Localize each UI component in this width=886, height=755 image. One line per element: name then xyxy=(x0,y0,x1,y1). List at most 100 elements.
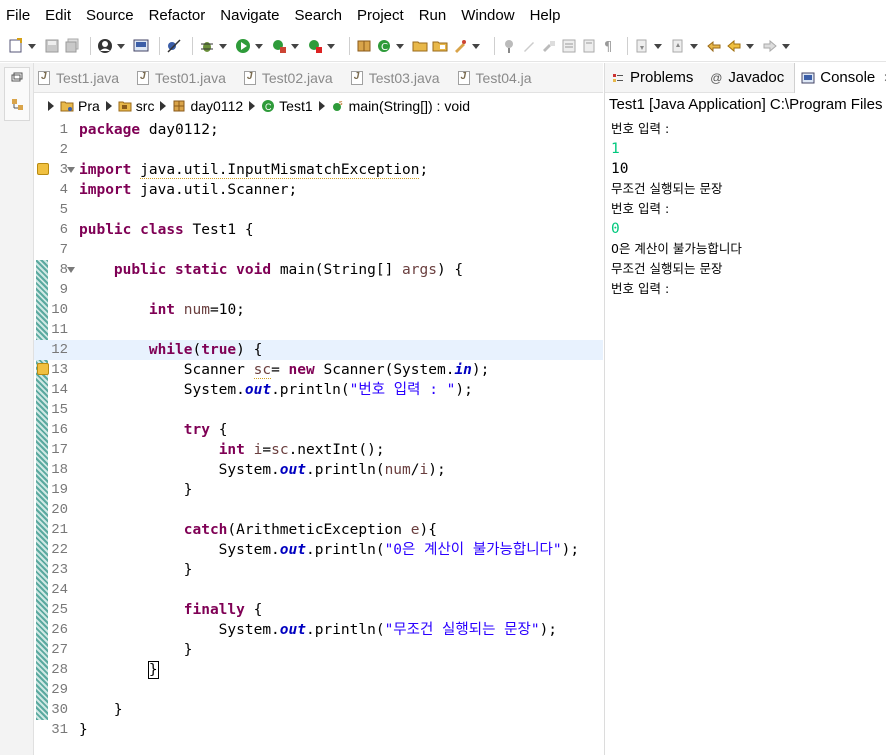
code-line[interactable]: 31} xyxy=(34,720,603,740)
code-line[interactable]: 7 xyxy=(34,240,603,260)
pin-icon[interactable] xyxy=(501,38,517,54)
menu-file[interactable]: File xyxy=(6,7,37,24)
menu-search[interactable]: Search xyxy=(294,7,349,24)
new-package-icon[interactable] xyxy=(356,38,372,54)
menu-source[interactable]: Source xyxy=(86,7,141,24)
breadcrumb-arrow-icon[interactable] xyxy=(105,101,112,111)
breadcrumb-class[interactable]: Test1 xyxy=(279,98,312,114)
forward-dropdown-icon[interactable] xyxy=(782,44,790,49)
coverage-dropdown-icon[interactable] xyxy=(291,44,299,49)
code-line[interactable]: 14 System.out.println("번호 입력 : "); xyxy=(34,380,603,400)
breadcrumb-arrow-icon[interactable] xyxy=(160,101,167,111)
code-line[interactable]: 21 catch(ArithmeticException e){ xyxy=(34,520,603,540)
external-tools-icon[interactable] xyxy=(307,38,323,54)
console-output[interactable]: 번호 입력 :1 10 무조건 실행되는 문장 번호 입력 :0 0은 계산이 불가능합… xyxy=(611,119,886,299)
menu-help[interactable]: Help xyxy=(530,7,568,24)
code-line[interactable]: 18 System.out.println(num/i); xyxy=(34,460,603,480)
save-icon[interactable] xyxy=(44,38,60,54)
code-line[interactable]: 27 } xyxy=(34,640,603,660)
skip-breakpoints-icon[interactable] xyxy=(166,38,182,54)
menu-window[interactable]: Window xyxy=(461,7,521,24)
whitespace-icon[interactable]: ¶ xyxy=(601,38,617,54)
new-file-icon[interactable] xyxy=(8,37,24,54)
code-line[interactable]: 9 xyxy=(34,280,603,300)
editor-tab[interactable]: Test02.java xyxy=(240,63,347,93)
menu-navigate[interactable]: Navigate xyxy=(220,7,286,24)
warning-icon[interactable] xyxy=(37,363,49,375)
breadcrumb-arrow-icon[interactable] xyxy=(318,101,325,111)
terminal-icon[interactable] xyxy=(133,38,149,54)
menu-refactor[interactable]: Refactor xyxy=(149,7,213,24)
new-class-icon[interactable]: C xyxy=(376,38,392,54)
breadcrumb-package[interactable]: day0112 xyxy=(190,98,243,114)
breadcrumb-arrow-icon[interactable] xyxy=(249,101,256,111)
breadcrumb-method[interactable]: main(String[]) : void xyxy=(349,98,470,114)
code-line[interactable]: 12 while(true) { xyxy=(34,340,603,360)
warning-icon[interactable] xyxy=(37,163,49,175)
external-tools-dropdown-icon[interactable] xyxy=(327,44,335,49)
breadcrumb-folder[interactable]: src xyxy=(136,98,155,114)
code-line[interactable]: 1 package day0112; xyxy=(34,120,603,140)
marker-icon[interactable] xyxy=(541,38,557,54)
editor-tab[interactable]: Test1.java xyxy=(34,63,133,93)
run-dropdown-icon[interactable] xyxy=(255,44,263,49)
profile-dropdown-icon[interactable] xyxy=(117,44,125,49)
next-annotation-dropdown-icon[interactable] xyxy=(654,44,662,49)
prev-annotation-dropdown-icon[interactable] xyxy=(690,44,698,49)
restore-icon[interactable] xyxy=(11,72,23,82)
fold-toggle-icon[interactable] xyxy=(67,167,75,173)
debug-dropdown-icon[interactable] xyxy=(219,44,227,49)
package-explorer-icon[interactable] xyxy=(11,98,25,112)
new-class-dropdown-icon[interactable] xyxy=(396,44,404,49)
code-line[interactable]: 5 xyxy=(34,200,603,220)
tab-problems[interactable]: Problems xyxy=(605,63,703,93)
code-line[interactable]: 3 import java.util.InputMismatchException… xyxy=(34,160,603,180)
code-line[interactable]: 24 xyxy=(34,580,603,600)
new-dropdown-icon[interactable] xyxy=(28,44,36,49)
fold-toggle-icon[interactable] xyxy=(67,267,75,273)
code-line[interactable]: 20 xyxy=(34,500,603,520)
menu-project[interactable]: Project xyxy=(357,7,411,24)
tab-javadoc[interactable]: @ Javadoc xyxy=(703,63,794,93)
open-folder-icon[interactable] xyxy=(412,38,428,54)
code-line[interactable]: 22 System.out.println("0은 계산이 불가능합니다"); xyxy=(34,540,603,560)
next-annotation-icon[interactable] xyxy=(634,38,650,54)
code-line[interactable]: 2 xyxy=(34,140,603,160)
brush-icon[interactable] xyxy=(452,38,468,54)
code-area[interactable]: 1 package day0112; 2 3 import java.util.Inpu… xyxy=(34,120,603,755)
block-select-icon[interactable] xyxy=(581,38,597,54)
last-edit-icon[interactable] xyxy=(706,38,722,54)
back-dropdown-icon[interactable] xyxy=(746,44,754,49)
brush-dropdown-icon[interactable] xyxy=(472,44,480,49)
tab-console[interactable]: Console ✕ xyxy=(794,62,886,93)
code-line[interactable]: 6 public class Test1 { xyxy=(34,220,603,240)
breadcrumb-project[interactable]: Pra xyxy=(78,98,100,114)
editor-tab[interactable]: Test04.ja xyxy=(454,63,546,93)
back-icon[interactable] xyxy=(726,38,742,54)
code-line[interactable]: 4 import java.util.Scanner; xyxy=(34,180,603,200)
code-line[interactable]: 16 try { xyxy=(34,420,603,440)
toggle-mark-icon[interactable] xyxy=(561,38,577,54)
editor-tab[interactable]: Test01.java xyxy=(133,63,240,93)
code-line[interactable]: 17 int i=sc.nextInt(); xyxy=(34,440,603,460)
code-line[interactable]: 23 } xyxy=(34,560,603,580)
forward-icon[interactable] xyxy=(762,38,778,54)
editor-tab[interactable]: Test03.java xyxy=(347,63,454,93)
code-line[interactable]: 15 xyxy=(34,400,603,420)
prev-annotation-icon[interactable] xyxy=(670,38,686,54)
debug-user-icon[interactable] xyxy=(97,38,113,54)
coverage-icon[interactable] xyxy=(271,38,287,54)
code-line[interactable]: 25 finally { xyxy=(34,600,603,620)
debug-icon[interactable] xyxy=(199,38,215,54)
code-line[interactable]: 19 } xyxy=(34,480,603,500)
code-line[interactable]: 11 xyxy=(34,320,603,340)
code-line[interactable]: 29 xyxy=(34,680,603,700)
open-type-icon[interactable] xyxy=(432,38,448,54)
code-line[interactable]: 28 } xyxy=(34,660,603,680)
menu-run[interactable]: Run xyxy=(419,7,454,24)
code-line[interactable]: 26 System.out.println("무조건 실행되는 문장"); xyxy=(34,620,603,640)
save-all-icon[interactable] xyxy=(64,38,80,54)
code-line[interactable]: 8 public static void main(String[] args)… xyxy=(34,260,603,280)
pen-icon[interactable] xyxy=(521,38,537,54)
code-line[interactable]: 13 Scanner sc= new Scanner(System.in); xyxy=(34,360,603,380)
